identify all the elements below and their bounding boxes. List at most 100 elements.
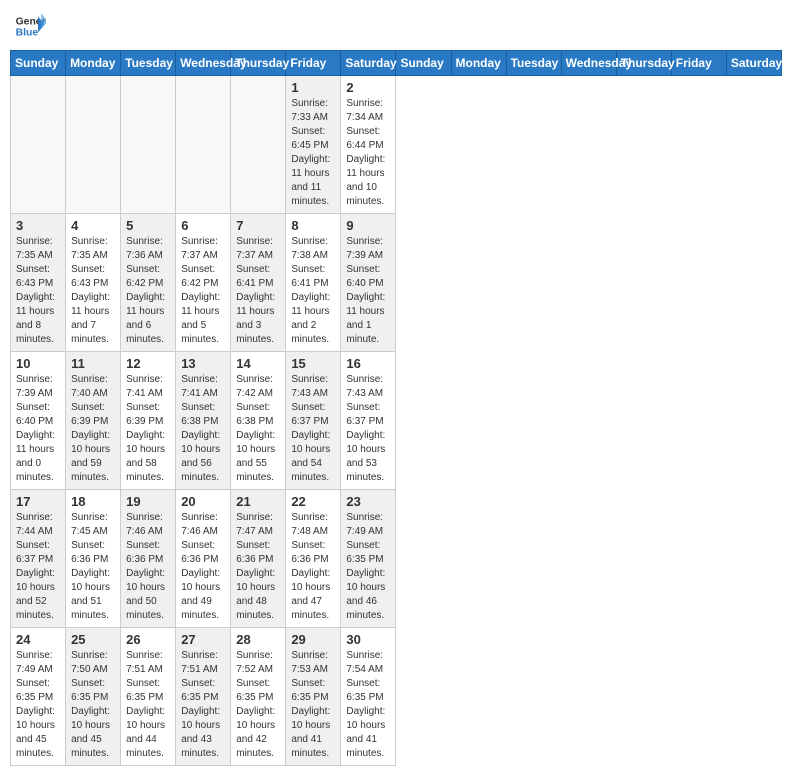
info-line: Sunset: 6:35 PM xyxy=(346,677,390,705)
calendar-cell: 24Sunrise: 7:49 AMSunset: 6:35 PMDayligh… xyxy=(11,628,66,766)
info-line: Sunset: 6:36 PM xyxy=(291,539,335,567)
calendar-cell xyxy=(66,76,121,214)
calendar-cell: 15Sunrise: 7:43 AMSunset: 6:37 PMDayligh… xyxy=(286,352,341,490)
day-number: 30 xyxy=(346,632,390,647)
calendar-cell xyxy=(231,76,286,214)
info-line: Sunset: 6:41 PM xyxy=(236,263,280,291)
info-line: Sunrise: 7:39 AM xyxy=(346,235,390,263)
day-info: Sunrise: 7:45 AMSunset: 6:36 PMDaylight:… xyxy=(71,511,115,623)
info-line: Daylight: 10 hours and 53 minutes. xyxy=(346,429,390,485)
calendar-cell: 13 Sunrise: 7:41 AMSunset: 6:38 PMDayligh… xyxy=(176,352,231,490)
day-number: 9 xyxy=(346,218,390,233)
info-line: Sunrise: 7:41 AM xyxy=(181,373,225,401)
info-line: Sunrise: 7:53 AM xyxy=(291,649,335,677)
info-line: Sunrise: 7:43 AM xyxy=(291,373,335,401)
info-line: Daylight: 10 hours and 46 minutes. xyxy=(346,567,390,623)
calendar-cell: 20Sunrise: 7:46 AMSunset: 6:36 PMDayligh… xyxy=(176,490,231,628)
calendar-cell: 29Sunrise: 7:53 AMSunset: 6:35 PMDayligh… xyxy=(286,628,341,766)
info-line: Sunset: 6:43 PM xyxy=(71,263,115,291)
calendar-body: 1Sunrise: 7:33 AMSunset: 6:45 PMDaylight… xyxy=(11,76,782,766)
day-number: 2 xyxy=(346,80,390,95)
calendar-table: SundayMondayTuesdayWednesdayThursdayFrid… xyxy=(10,50,782,766)
calendar-cell: 30 Sunrise: 7:54 AMSunset: 6:35 PMDayligh… xyxy=(341,628,396,766)
calendar-cell: 16 Sunrise: 7:43 AMSunset: 6:37 PMDayligh… xyxy=(341,352,396,490)
day-number: 24 xyxy=(16,632,60,647)
day-info: Sunrise: 7:46 AMSunset: 6:36 PMDaylight:… xyxy=(181,511,225,623)
info-line: Sunrise: 7:54 AM xyxy=(346,649,390,677)
day-info: Sunrise: 7:38 AMSunset: 6:41 PMDaylight:… xyxy=(291,235,335,347)
info-line: Sunrise: 7:49 AM xyxy=(346,511,390,539)
info-line: Sunset: 6:44 PM xyxy=(346,125,390,153)
day-info: Sunrise: 7:43 AMSunset: 6:37 PMDaylight:… xyxy=(291,373,335,485)
calendar-cell: 25Sunrise: 7:50 AMSunset: 6:35 PMDayligh… xyxy=(66,628,121,766)
day-info: Sunrise: 7:37 AMSunset: 6:41 PMDaylight:… xyxy=(236,235,280,347)
info-line: Daylight: 11 hours and 11 minutes. xyxy=(291,153,335,209)
column-header-tuesday: Tuesday xyxy=(121,51,176,76)
info-line: Sunrise: 7:42 AM xyxy=(236,373,280,401)
day-number: 18 xyxy=(71,494,115,509)
day-number: 13 xyxy=(181,356,225,371)
info-line: Daylight: 10 hours and 45 minutes. xyxy=(16,705,60,761)
info-line: Sunrise: 7:50 AM xyxy=(71,649,115,677)
info-line: Sunset: 6:42 PM xyxy=(126,263,170,291)
info-line: Daylight: 10 hours and 47 minutes. xyxy=(291,567,335,623)
info-line: Daylight: 10 hours and 54 minutes. xyxy=(291,429,335,485)
info-line: Sunrise: 7:44 AM xyxy=(16,511,60,539)
info-line: Sunrise: 7:41 AM xyxy=(126,373,170,401)
info-line: Sunset: 6:40 PM xyxy=(346,263,390,291)
day-number: 6 xyxy=(181,218,225,233)
info-line: Sunset: 6:36 PM xyxy=(181,539,225,567)
day-number: 23 xyxy=(346,494,390,509)
info-line: Sunrise: 7:46 AM xyxy=(126,511,170,539)
day-number: 16 xyxy=(346,356,390,371)
info-line: Sunrise: 7:51 AM xyxy=(181,649,225,677)
week-row-2: 3Sunrise: 7:35 AMSunset: 6:43 PMDaylight… xyxy=(11,214,782,352)
day-number: 7 xyxy=(236,218,280,233)
info-line: Daylight: 10 hours and 44 minutes. xyxy=(126,705,170,761)
info-line: Daylight: 10 hours and 56 minutes. xyxy=(181,429,225,485)
info-line: Sunrise: 7:39 AM xyxy=(16,373,60,401)
info-line: Sunrise: 7:34 AM xyxy=(346,97,390,125)
info-line: Sunrise: 7:48 AM xyxy=(291,511,335,539)
day-number: 12 xyxy=(126,356,170,371)
calendar-cell: 1Sunrise: 7:33 AMSunset: 6:45 PMDaylight… xyxy=(286,76,341,214)
calendar-cell: 19Sunrise: 7:46 AMSunset: 6:36 PMDayligh… xyxy=(121,490,176,628)
info-line: Daylight: 10 hours and 49 minutes. xyxy=(181,567,225,623)
column-header-saturday: Saturday xyxy=(341,51,396,76)
calendar-cell: 10Sunrise: 7:39 AMSunset: 6:40 PMDayligh… xyxy=(11,352,66,490)
day-info: Sunrise: 7:41 AMSunset: 6:38 PMDaylight:… xyxy=(181,373,225,485)
day-info: Sunrise: 7:44 AMSunset: 6:37 PMDaylight:… xyxy=(16,511,60,623)
info-line: Daylight: 10 hours and 51 minutes. xyxy=(71,567,115,623)
day-info: Sunrise: 7:39 AMSunset: 6:40 PMDaylight:… xyxy=(346,235,390,347)
column-header-thursday: Thursday xyxy=(616,51,671,76)
calendar-cell: 26Sunrise: 7:51 AMSunset: 6:35 PMDayligh… xyxy=(121,628,176,766)
day-info: Sunrise: 7:35 AMSunset: 6:43 PMDaylight:… xyxy=(71,235,115,347)
day-info: Sunrise: 7:43 AMSunset: 6:37 PMDaylight:… xyxy=(346,373,390,485)
day-number: 1 xyxy=(291,80,335,95)
info-line: Sunset: 6:39 PM xyxy=(71,401,115,429)
header: General Blue xyxy=(10,10,782,42)
info-line: Sunrise: 7:51 AM xyxy=(126,649,170,677)
info-line: Sunset: 6:35 PM xyxy=(126,677,170,705)
day-number: 22 xyxy=(291,494,335,509)
info-line: Sunset: 6:35 PM xyxy=(16,677,60,705)
info-line: Sunset: 6:35 PM xyxy=(236,677,280,705)
day-info: Sunrise: 7:35 AMSunset: 6:43 PMDaylight:… xyxy=(16,235,60,347)
calendar-cell: 6Sunrise: 7:37 AMSunset: 6:42 PMDaylight… xyxy=(176,214,231,352)
week-row-1: 1Sunrise: 7:33 AMSunset: 6:45 PMDaylight… xyxy=(11,76,782,214)
day-info: Sunrise: 7:34 AMSunset: 6:44 PMDaylight:… xyxy=(346,97,390,209)
header-row: SundayMondayTuesdayWednesdayThursdayFrid… xyxy=(11,51,782,76)
day-info: Sunrise: 7:48 AMSunset: 6:36 PMDaylight:… xyxy=(291,511,335,623)
info-line: Sunrise: 7:47 AM xyxy=(236,511,280,539)
info-line: Sunset: 6:35 PM xyxy=(346,539,390,567)
day-info: Sunrise: 7:46 AMSunset: 6:36 PMDaylight:… xyxy=(126,511,170,623)
day-info: Sunrise: 7:54 AMSunset: 6:35 PMDaylight:… xyxy=(346,649,390,761)
info-line: Daylight: 10 hours and 52 minutes. xyxy=(16,567,60,623)
calendar-cell: 21Sunrise: 7:47 AMSunset: 6:36 PMDayligh… xyxy=(231,490,286,628)
logo: General Blue xyxy=(14,10,50,42)
column-header-sunday: Sunday xyxy=(11,51,66,76)
info-line: Daylight: 11 hours and 5 minutes. xyxy=(181,291,225,347)
info-line: Sunset: 6:38 PM xyxy=(181,401,225,429)
info-line: Sunrise: 7:37 AM xyxy=(236,235,280,263)
calendar-header: SundayMondayTuesdayWednesdayThursdayFrid… xyxy=(11,51,782,76)
